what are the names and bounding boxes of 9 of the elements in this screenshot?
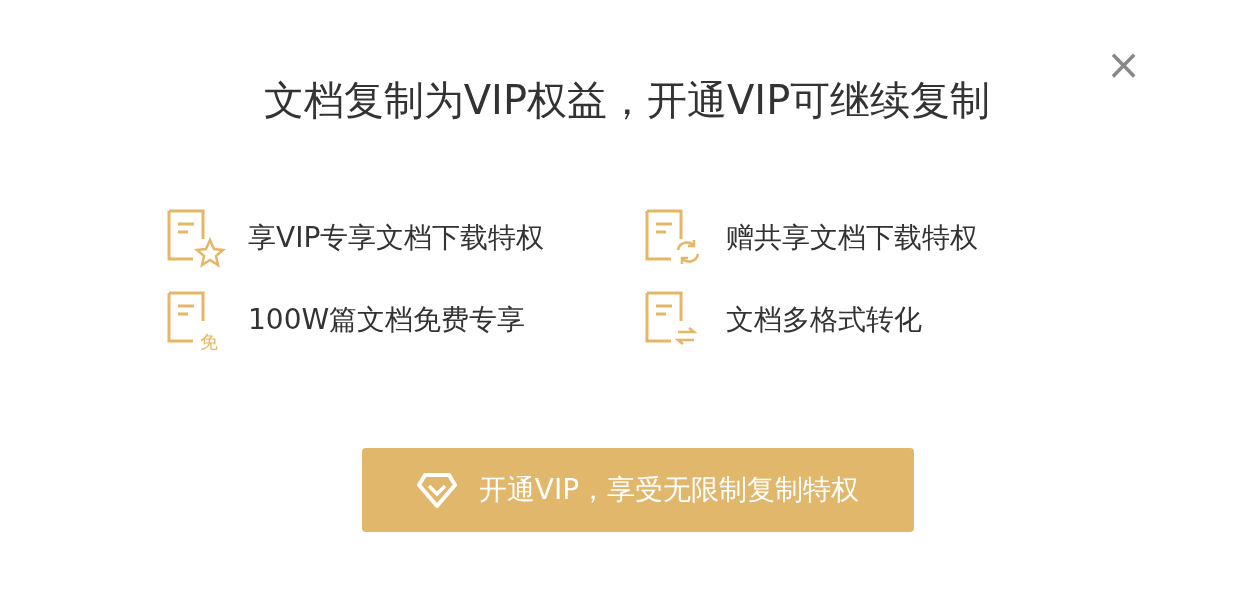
feature-text: 赠共享文档下载特权 [726,220,978,256]
star-document-icon [166,208,226,268]
feature-text: 享VIP专享文档下载特权 [248,220,545,256]
feature-text: 文档多格式转化 [726,302,922,338]
close-button[interactable]: × [1102,44,1146,86]
dialog-title: 文档复制为VIP权益，开通VIP可继续复制 [263,76,991,124]
diamond-icon [416,472,457,508]
vip-button[interactable]: 开通VIP，享受无限制复制特权 [362,448,914,532]
feature-text: 100W篇文档免费专享 [248,302,526,338]
